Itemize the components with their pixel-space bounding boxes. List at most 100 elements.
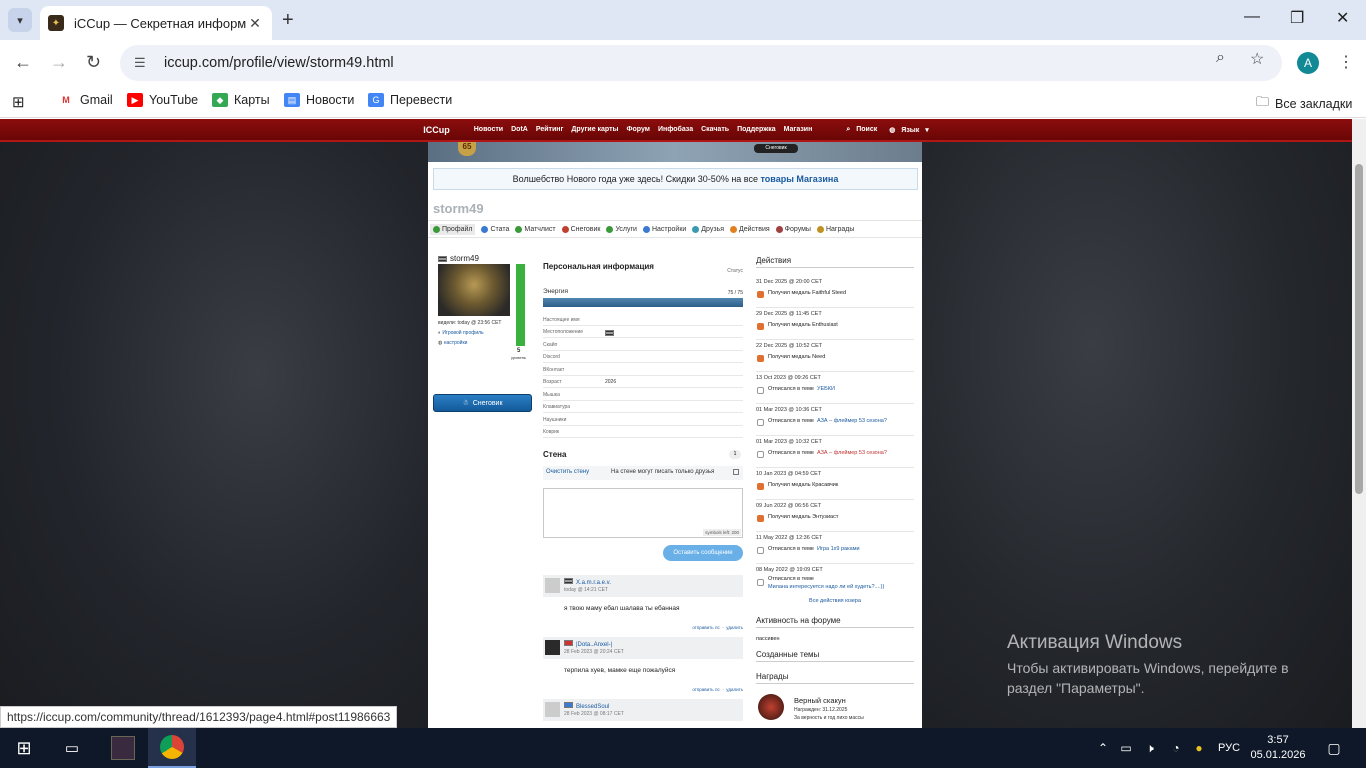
bookmark-gmail[interactable]: M Gmail <box>58 93 113 107</box>
award-name: Верный скакун <box>794 696 846 705</box>
send-message-button[interactable]: Оставить сообщение <box>663 545 743 561</box>
award-medal-icon[interactable] <box>758 694 784 720</box>
nav-rating[interactable]: Рейтинг <box>536 126 564 133</box>
battery-icon[interactable]: ▭ <box>1118 728 1134 768</box>
post-author[interactable]: X.a.m.r.a.e.v. <box>564 578 611 586</box>
address-bar[interactable]: ☰ iccup.com/profile/view/storm49.html <box>120 45 1282 81</box>
close-tab-icon[interactable]: ✕ <box>246 15 264 32</box>
maximize-icon[interactable]: ❐ <box>1290 8 1304 28</box>
nav-shop[interactable]: Магазин <box>784 126 813 133</box>
start-windows-icon[interactable]: ⊞ <box>0 728 48 768</box>
language-indicator[interactable]: РУС <box>1214 728 1244 768</box>
chrome-app-icon[interactable] <box>148 728 196 768</box>
post-author[interactable]: BlessedSoul <box>564 702 609 710</box>
tab-services[interactable]: Услуги <box>606 225 637 233</box>
profile-content: 65 Снеговик Волшебство Нового года уже з… <box>428 142 922 728</box>
tab-snowman[interactable]: Снеговик <box>561 225 600 233</box>
shop-goods-link[interactable]: товары Магазина <box>761 174 839 184</box>
bookmark-youtube[interactable]: ▶ YouTube <box>127 93 198 107</box>
tab-matchlist[interactable]: Матчлист <box>515 225 556 233</box>
snowman-button[interactable]: ☃ Снеговик <box>433 394 532 412</box>
wall-message-input[interactable]: symbols left: 200 <box>543 488 743 538</box>
menu-icon[interactable]: ⋮ <box>1338 52 1354 72</box>
forward-icon[interactable]: → <box>50 52 68 73</box>
actions-title: Действия <box>756 256 914 268</box>
apps-icon[interactable]: ⊞ <box>12 93 25 111</box>
bookmark-maps[interactable]: ◆ Карты <box>212 93 270 107</box>
scrollbar-thumb[interactable] <box>1355 164 1363 494</box>
tab-awards[interactable]: Награды <box>816 225 854 233</box>
topic-link[interactable]: Игра 1x9 раками <box>817 546 860 552</box>
nav-other-maps[interactable]: Другие карты <box>571 126 618 133</box>
warcraft-app-icon[interactable] <box>100 728 146 768</box>
game-profile-link[interactable]: ◐ Игровой профиль <box>438 330 484 336</box>
medal-icon <box>757 291 764 298</box>
delete-post-link[interactable]: удалить <box>726 625 743 630</box>
tab-forums[interactable]: Форумы <box>775 225 811 233</box>
tab-settings[interactable]: Настройки <box>642 225 686 233</box>
nav-forum[interactable]: Форум <box>627 126 650 133</box>
user-avatar[interactable] <box>545 578 560 593</box>
task-view-icon[interactable]: ▭ <box>48 728 96 768</box>
notifications-icon[interactable]: ▢ <box>1320 728 1348 768</box>
post-icon <box>757 579 764 586</box>
close-window-icon[interactable]: ✕ <box>1336 8 1349 28</box>
url-text: iccup.com/profile/view/storm49.html <box>164 55 394 71</box>
topic-link[interactable]: УЕБКИ <box>817 386 835 392</box>
new-tab-icon[interactable]: + <box>282 9 294 32</box>
energy-title: Энергия <box>543 288 569 295</box>
action-item: 01 Mar 2023 @ 10:36 CET Отписался в теме … <box>756 404 914 436</box>
services-icon <box>606 225 614 233</box>
delete-post-link[interactable]: удалить <box>726 687 743 692</box>
friends-only-checkbox[interactable] <box>733 469 739 475</box>
send-pm-link[interactable]: отправить лс <box>692 687 719 692</box>
post-author[interactable]: |Dota..Anxel-| <box>564 640 612 648</box>
tab-stats[interactable]: Стата <box>481 225 509 233</box>
nav-search[interactable]: ⌕ Поиск <box>846 126 881 134</box>
tab-actions[interactable]: Действия <box>730 225 770 233</box>
bookmark-star-icon[interactable]: ☆ <box>1250 49 1264 69</box>
energy-level-label: уровень <box>511 355 527 360</box>
page-scrollbar[interactable] <box>1352 119 1366 728</box>
tab-search-icon[interactable]: ▾ <box>8 8 32 32</box>
all-bookmarks[interactable]: 🗀 Все закладки <box>1256 93 1352 115</box>
nav-language[interactable]: ◍ Язык ▾ <box>889 126 929 134</box>
back-icon[interactable]: ← <box>14 52 32 73</box>
clear-wall-link[interactable]: Очистить стену <box>546 469 589 475</box>
topic-link[interactable]: АЗА – флеймер 53 сезона? <box>817 450 887 456</box>
bookmark-translate[interactable]: G Перевести <box>368 93 452 107</box>
site-info-icon[interactable]: ☰ <box>134 55 154 71</box>
topic-link[interactable]: Милана интересуется надо ли ей худеть?..… <box>768 584 884 590</box>
banner-snowman-badge[interactable]: Снеговик <box>754 144 798 153</box>
minimize-icon[interactable]: — <box>1244 8 1260 26</box>
nav-download[interactable]: Скачать <box>701 126 729 133</box>
post-date: today @ 14:21 CET <box>564 587 608 593</box>
user-avatar[interactable] <box>545 640 560 655</box>
show-hidden-icons-icon[interactable]: ⌃ <box>1095 728 1111 768</box>
nav-dota[interactable]: DotA <box>511 126 528 133</box>
profile-avatar[interactable]: A <box>1297 52 1319 74</box>
nav-support[interactable]: Поддержка <box>737 126 776 133</box>
level-badge: 65 <box>458 142 476 156</box>
network-icon[interactable]: ◔ <box>1167 728 1185 768</box>
weather-icon[interactable]: ● <box>1190 728 1208 768</box>
nav-news[interactable]: Новости <box>474 126 503 133</box>
tab-friends[interactable]: Друзья <box>692 225 724 233</box>
user-avatar[interactable] <box>545 702 560 717</box>
send-pm-link[interactable]: отправить лс <box>692 625 719 630</box>
settings-link[interactable]: ◍ настройки <box>438 340 467 346</box>
medal-icon <box>757 483 764 490</box>
all-actions-link[interactable]: Все действия юзера <box>756 598 914 604</box>
clock[interactable]: 3:57 05.01.2026 <box>1250 728 1306 768</box>
site-logo[interactable]: ICCup <box>423 125 450 135</box>
volume-icon[interactable]: 🕨 <box>1141 728 1159 768</box>
profile-icon <box>433 225 440 233</box>
topic-link[interactable]: АЗА – флеймер 53 сезона? <box>817 418 887 424</box>
reload-icon[interactable]: ↻ <box>86 52 101 73</box>
tab-profile[interactable]: Профайл <box>430 223 476 235</box>
status-label: Статус <box>727 268 743 274</box>
nav-infobase[interactable]: Инфобаза <box>658 126 693 133</box>
zoom-icon[interactable]: ⌕ <box>1216 49 1225 67</box>
bookmark-news[interactable]: ▤ Новости <box>284 93 354 107</box>
active-tab[interactable]: ✦ iCCup — Секретная информац ✕ <box>40 6 272 40</box>
